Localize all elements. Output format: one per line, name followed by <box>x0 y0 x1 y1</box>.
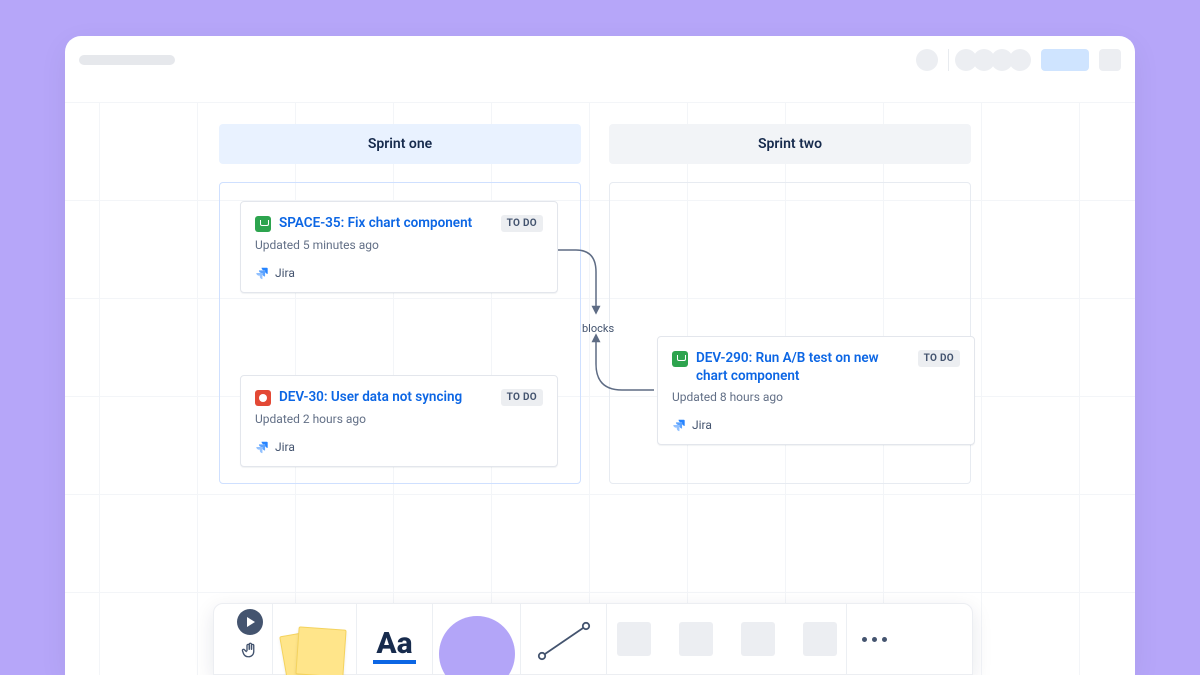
sprint-header[interactable]: Sprint one <box>219 124 581 164</box>
text-tool[interactable]: Aa <box>356 604 432 674</box>
card-header: DEV-30: User data not syncing TO DO <box>255 389 543 407</box>
circle-shape-icon <box>439 616 515 675</box>
more-tools-button[interactable] <box>846 604 902 674</box>
connector-label[interactable]: blocks <box>582 322 614 335</box>
tool-placeholder[interactable] <box>741 622 775 656</box>
card-title: DEV-30: User data not syncing <box>279 389 462 407</box>
card-title-row: SPACE-35: Fix chart component <box>255 215 491 233</box>
more-icon <box>862 637 887 642</box>
canvas[interactable]: Sprint one Sprint two SPACE-35: Fix char… <box>65 102 1135 675</box>
topbar-right-controls <box>916 49 1121 71</box>
hand-tool-icon[interactable] <box>241 641 259 663</box>
card-source-label: Jira <box>692 418 712 432</box>
line-tool-icon <box>536 620 592 662</box>
bug-icon <box>255 390 271 406</box>
status-badge: TO DO <box>501 389 543 406</box>
jira-icon <box>672 418 686 432</box>
app-window: Sprint one Sprint two SPACE-35: Fix char… <box>65 36 1135 675</box>
tool-placeholder[interactable] <box>617 622 651 656</box>
issue-card[interactable]: DEV-30: User data not syncing TO DO Upda… <box>240 375 558 467</box>
topbar-title-placeholder <box>79 55 175 65</box>
avatar[interactable] <box>916 49 938 71</box>
story-icon <box>255 216 271 232</box>
extra-tools-group <box>606 604 846 674</box>
sprint-title: Sprint one <box>368 136 432 152</box>
card-updated: Updated 5 minutes ago <box>255 238 543 252</box>
story-icon <box>672 351 688 367</box>
tool-placeholder[interactable] <box>803 622 837 656</box>
card-title: DEV-290: Run A/B test on new chart compo… <box>696 350 908 385</box>
card-title-row: DEV-290: Run A/B test on new chart compo… <box>672 350 908 385</box>
card-header: DEV-290: Run A/B test on new chart compo… <box>672 350 960 385</box>
sprint-header[interactable]: Sprint two <box>609 124 971 164</box>
card-updated: Updated 8 hours ago <box>672 390 960 404</box>
bottom-toolbar: Aa <box>213 603 973 675</box>
card-source: Jira <box>255 440 543 454</box>
topbar <box>65 36 1135 84</box>
card-updated: Updated 2 hours ago <box>255 412 543 426</box>
card-source-label: Jira <box>275 440 295 454</box>
divider <box>948 49 949 71</box>
card-source-label: Jira <box>275 266 295 280</box>
tool-placeholder[interactable] <box>679 622 713 656</box>
shape-tool[interactable] <box>432 604 520 674</box>
share-button-placeholder[interactable] <box>1041 49 1089 71</box>
issue-card[interactable]: DEV-290: Run A/B test on new chart compo… <box>657 336 975 445</box>
sprint-title: Sprint two <box>758 136 822 152</box>
card-source: Jira <box>255 266 543 280</box>
card-title: SPACE-35: Fix chart component <box>279 215 472 233</box>
sticky-note-tool[interactable] <box>272 604 356 674</box>
line-tool[interactable] <box>520 604 606 674</box>
status-badge: TO DO <box>501 215 543 232</box>
cursor-tool-slot <box>228 604 272 674</box>
card-title-row: DEV-30: User data not syncing <box>255 389 491 407</box>
issue-card[interactable]: SPACE-35: Fix chart component TO DO Upda… <box>240 201 558 293</box>
jira-icon <box>255 440 269 454</box>
avatar-group[interactable] <box>959 49 1031 71</box>
status-badge: TO DO <box>918 350 960 367</box>
toolbar-button-placeholder[interactable] <box>1099 49 1121 71</box>
jira-icon <box>255 266 269 280</box>
avatar[interactable] <box>1009 49 1031 71</box>
sticky-note-icon <box>283 618 347 674</box>
text-tool-icon: Aa <box>373 629 415 664</box>
card-source: Jira <box>672 418 960 432</box>
card-header: SPACE-35: Fix chart component TO DO <box>255 215 543 233</box>
present-button[interactable] <box>237 609 263 635</box>
